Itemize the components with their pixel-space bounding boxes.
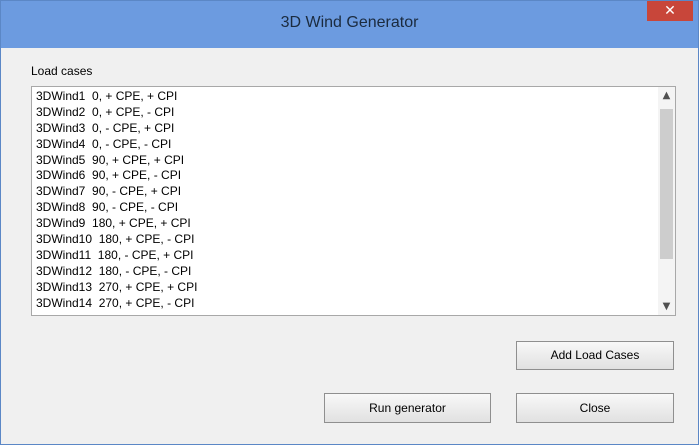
list-item[interactable]: 3DWind10 180, + CPE, - CPI [36,231,656,247]
close-button[interactable]: Close [516,393,674,423]
list-item[interactable]: 3DWind4 0, - CPE, - CPI [36,136,656,152]
add-load-cases-button[interactable]: Add Load Cases [516,341,674,370]
list-item[interactable]: 3DWind3 0, - CPE, + CPI [36,120,656,136]
load-cases-listbox[interactable]: 3DWind1 0, + CPE, + CPI 3DWind2 0, + CPE… [31,86,676,316]
list-item[interactable]: 3DWind6 90, + CPE, - CPI [36,167,656,183]
scroll-thumb[interactable] [660,109,673,259]
list-item[interactable]: 3DWind11 180, - CPE, + CPI [36,247,656,263]
list-item[interactable]: 3DWind1 0, + CPE, + CPI [36,88,656,104]
window-title: 3D Wind Generator [280,14,419,31]
run-generator-button[interactable]: Run generator [324,393,491,423]
list-item[interactable]: 3DWind2 0, + CPE, - CPI [36,104,656,120]
scroll-down-icon[interactable]: ▼ [658,298,675,315]
list-item[interactable]: 3DWind9 180, + CPE, + CPI [36,215,656,231]
list-item[interactable]: 3DWind13 270, + CPE, + CPI [36,279,656,295]
list-item[interactable]: 3DWind8 90, - CPE, - CPI [36,199,656,215]
vertical-scrollbar[interactable]: ▲ ▼ [658,87,675,315]
close-window-button[interactable]: ✕ [647,1,693,21]
load-cases-list: 3DWind1 0, + CPE, + CPI 3DWind2 0, + CPE… [36,88,656,314]
list-item[interactable]: 3DWind12 180, - CPE, - CPI [36,263,656,279]
dialog-window: 3D Wind Generator ✕ Load cases 3DWind1 0… [0,0,699,445]
list-item[interactable]: 3DWind5 90, + CPE, + CPI [36,152,656,168]
scroll-up-icon[interactable]: ▲ [658,87,675,104]
list-item[interactable]: 3DWind14 270, + CPE, - CPI [36,295,656,311]
load-cases-label: Load cases [31,64,93,78]
list-item[interactable]: 3DWind7 90, - CPE, + CPI [36,183,656,199]
close-icon: ✕ [664,3,676,19]
title-bar[interactable]: 3D Wind Generator ✕ [1,1,698,48]
